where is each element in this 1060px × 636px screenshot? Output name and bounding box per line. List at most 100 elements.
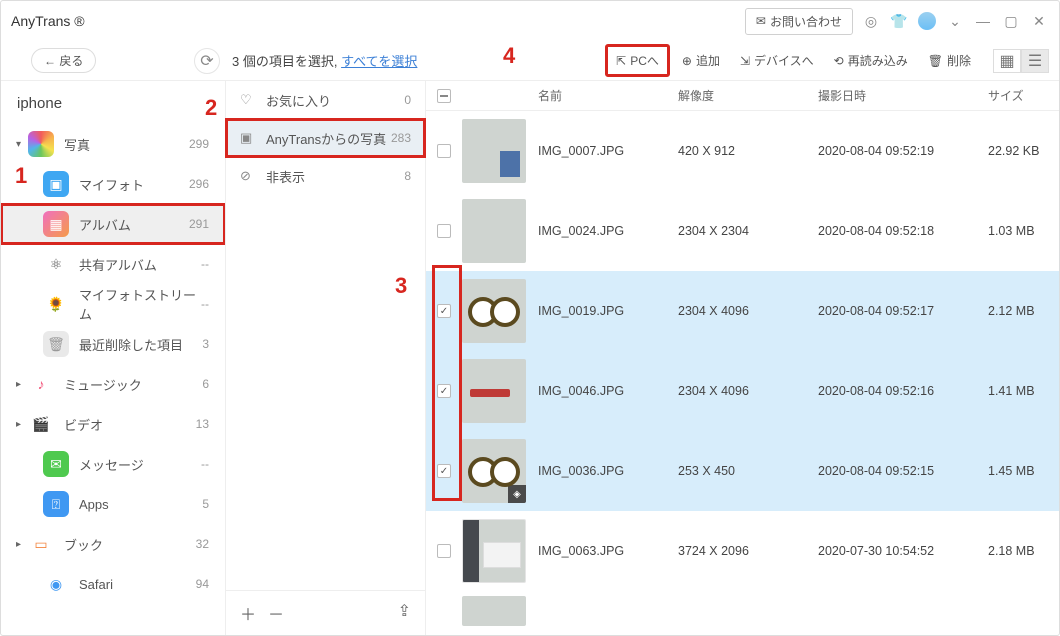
file-date: 2020-08-04 09:52:16 [818, 384, 988, 398]
minimize-icon[interactable]: — [973, 11, 993, 31]
col-date[interactable]: 撮影日時 [818, 87, 988, 104]
filter-icon: ▣ [240, 130, 258, 146]
delete-button[interactable]: 🗑 削除 [920, 47, 979, 74]
plus-icon: ⊕ [682, 54, 692, 68]
album-filter-0[interactable]: ♡ お気に入り 0 [226, 81, 425, 119]
table-row[interactable]: IMG_0024.JPG 2304 X 2304 2020-08-04 09:5… [426, 191, 1059, 271]
sidebar-item-8[interactable]: ✉ メッセージ -- [1, 444, 225, 484]
refresh-button[interactable]: ⟳ [194, 48, 220, 74]
row-checkbox[interactable] [437, 224, 451, 238]
sidebar-item-6[interactable]: ▸ ♪ ミュージック 6 [1, 364, 225, 404]
category-icon: ✉ [43, 451, 69, 477]
close-icon[interactable]: ✕ [1029, 11, 1049, 31]
sidebar-item-1[interactable]: ▣ マイフォト 296 [1, 164, 225, 204]
filter-icon: ⊘ [240, 168, 258, 184]
list-view-button[interactable]: ☰ [1021, 49, 1049, 73]
sidebar-item-label: 共有アルバム [79, 255, 201, 274]
list-icon: ☰ [1028, 51, 1042, 71]
maximize-icon[interactable]: ▢ [1001, 11, 1021, 31]
reload-button[interactable]: ⟲ 再読み込み [826, 47, 916, 74]
table-row[interactable]: IMG_0007.JPG 420 X 912 2020-08-04 09:52:… [426, 111, 1059, 191]
sidebar-item-label: Safari [79, 577, 196, 592]
chevron-down-icon[interactable]: ⌄ [945, 11, 965, 31]
thumbnail [462, 279, 526, 343]
add-album-button[interactable]: ＋ [240, 601, 256, 625]
reload-icon: ⟲ [834, 54, 844, 68]
file-name: IMG_0046.JPG [538, 384, 678, 398]
sidebar-item-label: 最近削除した項目 [79, 335, 202, 354]
category-icon: 🎬 [28, 411, 54, 437]
table-row[interactable]: ◈ IMG_0036.JPG 253 X 450 2020-08-04 09:5… [426, 431, 1059, 511]
thumbnail [462, 596, 526, 626]
sidebar-item-count: 291 [189, 217, 209, 231]
sidebar-item-10[interactable]: ▸ ▭ ブック 32 [1, 524, 225, 564]
table-row[interactable] [426, 591, 1059, 631]
album-filter-1[interactable]: ▣ AnyTransからの写真 283 [226, 119, 425, 157]
file-resolution: 2304 X 4096 [678, 304, 818, 318]
table-row[interactable]: IMG_0019.JPG 2304 X 4096 2020-08-04 09:5… [426, 271, 1059, 351]
remove-album-button[interactable]: － [268, 601, 284, 625]
search-icon[interactable]: ◎ [861, 11, 881, 31]
row-checkbox[interactable] [437, 544, 451, 558]
sidebar-item-count: 32 [196, 537, 209, 551]
album-filter-2[interactable]: ⊘ 非表示 8 [226, 157, 425, 195]
selection-text: 3 個の項目を選択, [232, 54, 341, 69]
sidebar-item-label: メッセージ [79, 455, 201, 474]
sidebar-item-5[interactable]: 🗑 最近削除した項目 3 [1, 324, 225, 364]
sidebar-item-0[interactable]: ▾ 写真 299 [1, 124, 225, 164]
album-list-footer: ＋ － ⇪ [226, 590, 425, 635]
file-resolution: 253 X 450 [678, 464, 818, 478]
table-row[interactable]: IMG_0063.JPG 3724 X 2096 2020-07-30 10:5… [426, 511, 1059, 591]
category-icon: 🗑 [43, 331, 69, 357]
file-name: IMG_0036.JPG [538, 464, 678, 478]
file-size: 22.92 KB [988, 144, 1049, 158]
table-row[interactable]: IMG_0046.JPG 2304 X 4096 2020-08-04 09:5… [426, 351, 1059, 431]
sidebar-item-label: ビデオ [64, 415, 196, 434]
file-resolution: 2304 X 4096 [678, 384, 818, 398]
row-checkbox[interactable] [437, 304, 451, 318]
sidebar-item-7[interactable]: ▸ 🎬 ビデオ 13 [1, 404, 225, 444]
sidebar-item-count: 6 [202, 377, 209, 391]
expand-icon: ▾ [16, 139, 28, 150]
toolbar: ← 戻る ⟳ 3 個の項目を選択, すべてを選択 ⇱ PCへ ⊕ 追加 ⇲ デバ… [1, 41, 1059, 81]
sidebar-item-11[interactable]: ◉ Safari 94 [1, 564, 225, 604]
category-icon: ▭ [28, 531, 54, 557]
sidebar-item-label: ミュージック [64, 375, 202, 394]
file-size: 1.41 MB [988, 384, 1049, 398]
select-all-checkbox[interactable] [437, 89, 451, 103]
grid-view-button[interactable]: ▦ [993, 49, 1021, 73]
contact-button[interactable]: ✉ お問い合わせ [745, 8, 853, 35]
col-size[interactable]: サイズ [988, 87, 1049, 104]
file-size: 1.03 MB [988, 224, 1049, 238]
shirt-icon[interactable]: 👕 [889, 11, 909, 31]
sidebar-item-label: アルバム [79, 215, 189, 234]
col-resolution[interactable]: 解像度 [678, 87, 818, 104]
to-device-button[interactable]: ⇲ デバイスへ [732, 47, 822, 74]
device-icon: ⇲ [740, 54, 750, 68]
share-button[interactable]: ⇪ [398, 601, 411, 625]
sidebar-item-3[interactable]: ⚛ 共有アルバム -- [1, 244, 225, 284]
add-button[interactable]: ⊕ 追加 [674, 47, 728, 74]
file-date: 2020-08-04 09:52:17 [818, 304, 988, 318]
back-button[interactable]: ← 戻る [31, 48, 96, 73]
thumbnail [462, 359, 526, 423]
thumbnail [462, 119, 526, 183]
export-icon: ⇱ [616, 54, 626, 68]
file-name: IMG_0019.JPG [538, 304, 678, 318]
sidebar-item-label: Apps [79, 497, 202, 512]
row-checkbox[interactable] [437, 144, 451, 158]
sidebar-item-2[interactable]: ▦ アルバム 291 [1, 204, 225, 244]
file-date: 2020-08-04 09:52:19 [818, 144, 988, 158]
title-bar: AnyTrans ® ✉ お問い合わせ ◎ 👕 ⌄ — ▢ ✕ [1, 1, 1059, 41]
to-device-label: デバイスへ [754, 52, 814, 69]
add-label: 追加 [696, 52, 720, 69]
to-pc-button[interactable]: ⇱ PCへ [605, 44, 670, 77]
sidebar-item-4[interactable]: 🌻 マイフォトストリーム -- [1, 284, 225, 324]
thumbnail: ◈ [462, 439, 526, 503]
row-checkbox[interactable] [437, 384, 451, 398]
select-all-link[interactable]: すべてを選択 [341, 54, 417, 69]
row-checkbox[interactable] [437, 464, 451, 478]
user-avatar[interactable] [917, 11, 937, 31]
sidebar-item-9[interactable]: ⍰ Apps 5 [1, 484, 225, 524]
col-name[interactable]: 名前 [538, 87, 678, 104]
